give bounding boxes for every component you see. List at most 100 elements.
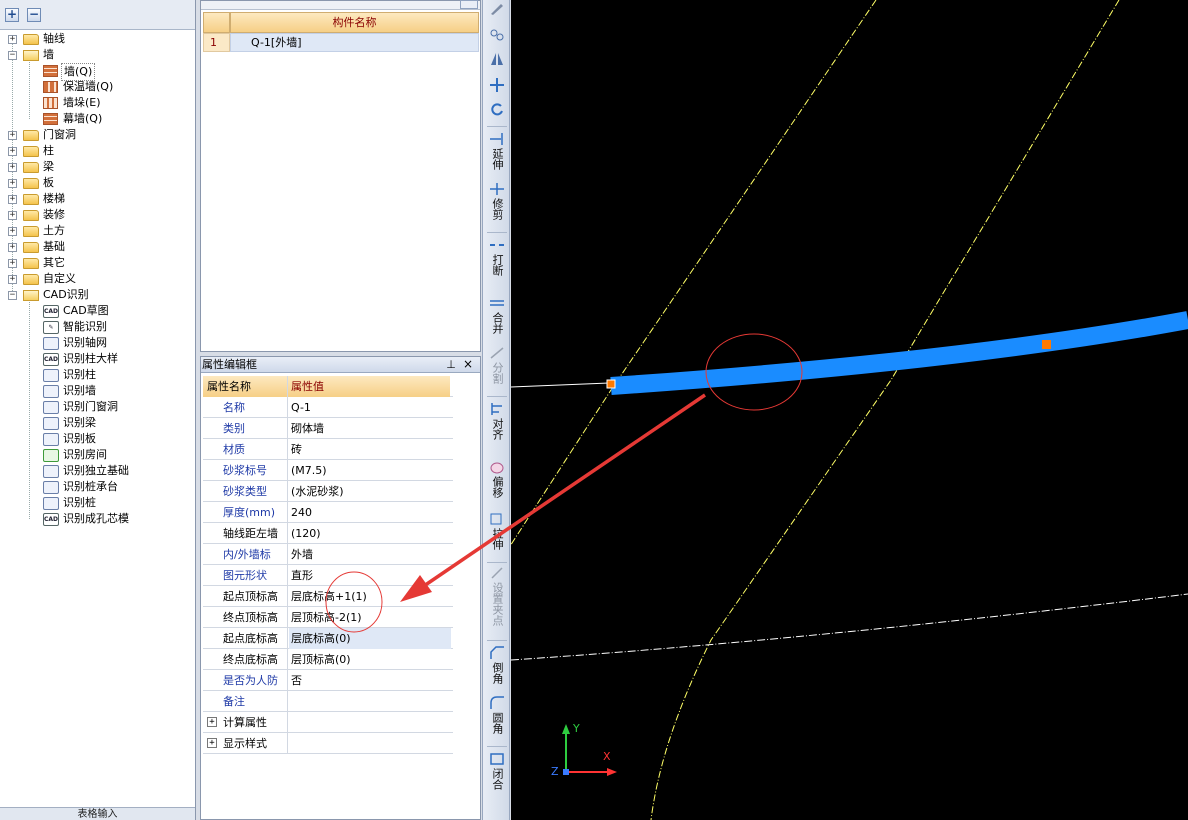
property-value[interactable]: (120) xyxy=(289,523,451,544)
tree-item-label: 楼梯 xyxy=(43,192,65,205)
offset-button[interactable]: 偏移 xyxy=(483,460,511,501)
wall-segment xyxy=(610,311,1188,395)
dropdown-button[interactable] xyxy=(460,0,478,9)
mirror-tool-button[interactable] xyxy=(483,52,511,68)
property-group-name[interactable]: + 计算属性 xyxy=(203,712,288,733)
brush-tool-button[interactable] xyxy=(483,2,511,18)
copy-tool-button[interactable] xyxy=(483,28,511,44)
property-name: 终点顶标高 xyxy=(203,607,288,628)
break-button[interactable]: 打断 xyxy=(483,238,511,279)
tree-item-label: 识别轴网 xyxy=(63,336,107,349)
property-value[interactable]: 砖 xyxy=(289,439,451,460)
app-window: + − + 轴线 − 墙 墙(Q) 保温墙(Q) 墙垛(E) 幕墙(Q) + 门… xyxy=(0,0,1188,820)
property-value[interactable]: 直形 xyxy=(289,565,451,586)
folder-icon xyxy=(23,194,39,205)
property-name: 备注 xyxy=(203,691,288,712)
merge-button[interactable]: 合并 xyxy=(483,296,511,337)
brush-icon xyxy=(491,4,503,15)
collapse-icon[interactable]: − xyxy=(8,291,17,300)
property-row[interactable]: 厚度(mm) 240 xyxy=(203,502,453,523)
fillet-button[interactable]: 圆角 xyxy=(483,696,511,737)
property-value[interactable]: 层顶标高(0) xyxy=(289,649,451,670)
wall-recognize-icon xyxy=(43,385,59,398)
pin-icon[interactable]: ⊥ xyxy=(444,357,458,372)
expand-icon[interactable]: + xyxy=(207,738,217,748)
property-row[interactable]: 终点底标高 层顶标高(0) xyxy=(203,649,453,670)
property-name: 起点顶标高 xyxy=(203,586,288,607)
module-tree-panel: + − + 轴线 − 墙 墙(Q) 保温墙(Q) 墙垛(E) 幕墙(Q) + 门… xyxy=(0,0,196,820)
set-grip-button[interactable]: 设置夹点 xyxy=(483,566,511,629)
expand-icon[interactable]: + xyxy=(8,35,17,44)
property-row[interactable]: 终点顶标高 层顶标高-2(1) xyxy=(203,607,453,628)
property-value[interactable]: 砌体墙 xyxy=(289,418,451,439)
component-name-header[interactable]: 构件名称 xyxy=(230,12,479,33)
expand-icon[interactable]: + xyxy=(8,131,17,140)
table-input-tab[interactable]: 表格输入 xyxy=(0,807,195,820)
trim-button[interactable]: 修剪 xyxy=(483,182,511,223)
component-row[interactable]: 1 Q-1[外墙] xyxy=(203,33,479,52)
tree-item-label: 智能识别 xyxy=(63,320,107,333)
component-name-cell[interactable]: Q-1[外墙] xyxy=(230,33,479,52)
expand-all-button[interactable]: + xyxy=(5,8,19,22)
expand-icon[interactable]: + xyxy=(8,179,17,188)
axis-z-label: Z xyxy=(551,765,559,778)
property-value[interactable]: 否 xyxy=(289,670,451,691)
stretch-button[interactable]: 拉伸 xyxy=(483,512,511,553)
expand-icon[interactable]: + xyxy=(8,163,17,172)
split-label: 分割 xyxy=(491,362,504,384)
property-value[interactable]: 层底标高(0) xyxy=(289,628,451,649)
close-shape-button[interactable]: 闭合 xyxy=(483,752,511,793)
property-name: 名称 xyxy=(203,397,288,418)
property-row[interactable]: 备注 xyxy=(203,691,453,712)
set-grip-label: 设置夹点 xyxy=(491,582,504,626)
property-group-display[interactable]: + 显示样式 xyxy=(203,733,453,754)
expand-icon[interactable]: + xyxy=(8,259,17,268)
property-row[interactable]: 材质 砖 xyxy=(203,439,453,460)
rotate-tool-button[interactable] xyxy=(483,102,511,118)
extend-button[interactable]: 延伸 xyxy=(483,132,511,173)
property-row[interactable]: 轴线距左墙 (120) xyxy=(203,523,453,544)
property-name: 砂浆标号 xyxy=(203,460,288,481)
expand-icon[interactable]: + xyxy=(8,275,17,284)
extend-icon xyxy=(490,133,503,145)
property-value[interactable]: 240 xyxy=(289,502,451,523)
fillet-label: 圆角 xyxy=(491,712,504,734)
drawing-canvas[interactable]: Y X Z xyxy=(511,0,1188,820)
property-group-name[interactable]: + 显示样式 xyxy=(203,733,288,754)
property-row[interactable]: 名称 Q-1 xyxy=(203,397,453,418)
move-tool-button[interactable] xyxy=(483,78,511,94)
property-row[interactable]: 类别 砌体墙 xyxy=(203,418,453,439)
property-row[interactable]: 图元形状 直形 xyxy=(203,565,453,586)
property-row[interactable]: 砂浆类型 (水泥砂浆) xyxy=(203,481,453,502)
property-value[interactable]: Q-1 xyxy=(289,397,451,418)
property-name: 厚度(mm) xyxy=(203,502,288,523)
expand-icon[interactable]: + xyxy=(8,147,17,156)
open-folder-icon xyxy=(23,50,39,61)
property-value[interactable] xyxy=(289,691,451,712)
collapse-icon[interactable]: − xyxy=(8,51,17,60)
collapse-all-button[interactable]: − xyxy=(27,8,41,22)
property-value[interactable]: 外墙 xyxy=(289,544,451,565)
chamfer-button[interactable]: 倒角 xyxy=(483,646,511,687)
property-value[interactable]: 层底标高+1(1) xyxy=(289,586,451,607)
folder-icon xyxy=(23,210,39,221)
property-value[interactable]: (M7.5) xyxy=(289,460,451,481)
close-icon[interactable]: × xyxy=(461,357,475,372)
wall-pier-icon xyxy=(43,97,58,109)
property-value[interactable]: (水泥砂浆) xyxy=(289,481,451,502)
property-value[interactable]: 层顶标高-2(1) xyxy=(289,607,451,628)
expand-icon[interactable]: + xyxy=(8,195,17,204)
expand-icon[interactable]: + xyxy=(8,227,17,236)
property-group-calc[interactable]: + 计算属性 xyxy=(203,712,453,733)
expand-icon[interactable]: + xyxy=(8,211,17,220)
property-row[interactable]: 内/外墙标 外墙 xyxy=(203,544,453,565)
property-row[interactable]: 起点底标高 层底标高(0) xyxy=(203,628,453,649)
property-row[interactable]: 砂浆标号 (M7.5) xyxy=(203,460,453,481)
align-button[interactable]: 对齐 xyxy=(483,402,511,443)
property-row[interactable]: 起点顶标高 层底标高+1(1) xyxy=(203,586,453,607)
folder-icon xyxy=(23,146,39,157)
expand-icon[interactable]: + xyxy=(207,717,217,727)
split-button[interactable]: 分割 xyxy=(483,346,511,387)
property-row[interactable]: 是否为人防 否 xyxy=(203,670,453,691)
expand-icon[interactable]: + xyxy=(8,243,17,252)
